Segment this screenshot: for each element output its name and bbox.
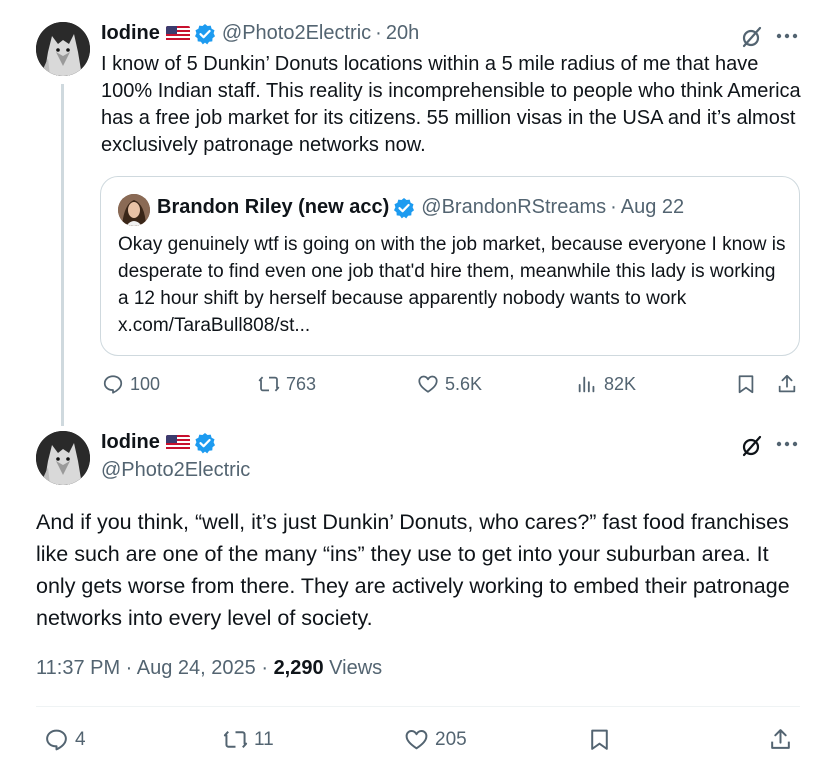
reply-icon xyxy=(102,373,124,395)
more-options-icon[interactable] xyxy=(776,32,798,40)
us-flag-icon xyxy=(165,434,190,451)
quoted-tweet-card[interactable]: Brandon Riley (new acc) @BrandonRStreams… xyxy=(100,176,800,356)
author-name[interactable]: Iodine xyxy=(101,22,160,45)
reply-icon xyxy=(44,727,69,752)
author-avatar[interactable] xyxy=(36,22,90,76)
bookmark-button[interactable] xyxy=(587,727,612,752)
divider xyxy=(36,706,800,707)
like-button[interactable]: 205 xyxy=(404,727,467,752)
author-avatar[interactable] xyxy=(36,431,90,485)
tweet1-author-row: Iodine @Photo2Electric · 20h xyxy=(101,22,419,45)
reply-button[interactable]: 4 xyxy=(44,727,86,752)
tweet2-author-row: Iodine xyxy=(101,431,216,454)
tweet-timestamp[interactable]: 11:37 PM · Aug 24, 2025 · xyxy=(36,657,274,679)
author-handle[interactable]: @Photo2Electric xyxy=(222,22,371,45)
views-count: 82K xyxy=(604,373,637,394)
share-icon xyxy=(776,373,798,395)
views-count: 2,290 xyxy=(273,657,324,679)
reply-count: 4 xyxy=(75,728,86,750)
quoted-author-avatar xyxy=(118,194,150,226)
quoted-author-handle: @BrandonRStreams xyxy=(421,196,607,218)
quoted-tweet-time: Aug 22 xyxy=(620,196,685,218)
tweet-text: I know of 5 Dunkin’ Donuts locations wit… xyxy=(101,53,801,156)
author-name[interactable]: Iodine xyxy=(101,431,160,454)
bookmark-button[interactable] xyxy=(735,373,757,395)
repost-count: 763 xyxy=(286,373,317,394)
bookmark-icon xyxy=(735,373,757,395)
grok-icon[interactable] xyxy=(740,25,764,49)
verified-badge-icon xyxy=(393,197,415,219)
us-flag-icon xyxy=(165,25,190,42)
grok-icon[interactable] xyxy=(740,434,764,458)
heart-icon xyxy=(417,373,439,395)
quoted-tweet-text: Okay genuinely wtf is going on with the … xyxy=(118,234,786,336)
share-icon xyxy=(768,727,793,752)
reply-button[interactable]: 100 xyxy=(102,373,160,395)
share-button[interactable] xyxy=(768,727,793,752)
more-options-icon[interactable] xyxy=(776,440,798,448)
share-button[interactable] xyxy=(776,373,798,395)
repost-icon xyxy=(223,727,248,752)
repost-icon xyxy=(258,373,280,395)
author-handle[interactable]: @Photo2Electric xyxy=(101,459,250,482)
like-count: 205 xyxy=(435,728,467,750)
separator-dot: · xyxy=(610,196,617,218)
tweet-time[interactable]: 20h xyxy=(386,22,419,45)
like-button[interactable]: 5.6K xyxy=(417,373,482,395)
tweet-text: And if you think, “well, it’s just Dunki… xyxy=(36,510,790,630)
repost-button[interactable]: 11 xyxy=(223,727,274,752)
like-count: 5.6K xyxy=(445,373,483,394)
tweet-meta: 11:37 PM · Aug 24, 2025 · 2,290 Views xyxy=(36,657,382,680)
repost-count: 11 xyxy=(254,728,274,750)
thread-connector-line xyxy=(61,84,64,426)
repost-button[interactable]: 763 xyxy=(258,373,316,395)
separator-dot: · xyxy=(375,22,382,44)
heart-icon xyxy=(404,727,429,752)
verified-badge-icon[interactable] xyxy=(194,432,216,454)
quoted-author-row: Brandon Riley (new acc) @BrandonRStreams… xyxy=(157,196,684,219)
bookmark-icon xyxy=(587,727,612,752)
reply-count: 100 xyxy=(130,373,161,394)
views-chart-icon xyxy=(576,373,598,395)
verified-badge-icon[interactable] xyxy=(194,23,216,45)
quoted-author-name: Brandon Riley (new acc) xyxy=(157,196,390,218)
views-button[interactable]: 82K xyxy=(576,373,636,395)
views-label: Views xyxy=(323,657,383,679)
